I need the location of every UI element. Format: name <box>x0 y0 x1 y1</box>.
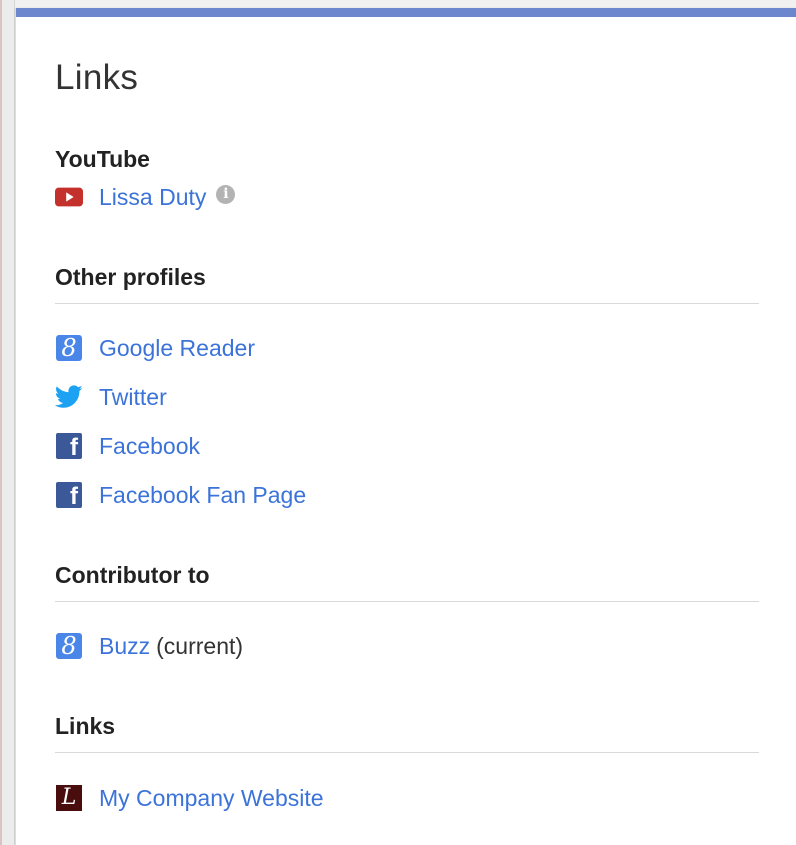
facebook-icon: f <box>55 481 83 510</box>
youtube-channel-link[interactable]: Lissa Duty <box>99 184 206 211</box>
google-icon: 8 <box>55 632 83 660</box>
facebook-icon-glyph: f <box>56 482 82 510</box>
card-title: Links <box>55 58 139 97</box>
facebook-icon: f <box>55 432 83 461</box>
section-heading-links: Links <box>55 713 116 739</box>
window-top-strip <box>0 0 796 8</box>
google-icon: 8 <box>55 334 83 362</box>
company-favicon-glyph: L <box>56 785 82 811</box>
profile-row-google-reader: 8 Google Reader <box>55 333 255 363</box>
contributor-status: (current) <box>156 632 244 659</box>
links-card <box>16 8 796 845</box>
profile-link-google-reader[interactable]: Google Reader <box>99 335 255 362</box>
link-row-company-website: L My Company Website <box>55 783 324 813</box>
youtube-icon <box>55 183 83 211</box>
card-accent-bar <box>16 8 796 17</box>
left-frame-edge <box>0 0 15 845</box>
section-heading-youtube: YouTube <box>55 146 150 172</box>
profile-link-facebook[interactable]: Facebook <box>99 433 200 460</box>
section-heading-contributor-to: Contributor to <box>55 562 210 588</box>
section-heading-other-profiles: Other profiles <box>55 264 206 290</box>
section-divider <box>55 601 759 602</box>
google-icon-glyph: 8 <box>56 335 82 361</box>
profile-row-twitter: Twitter <box>55 382 167 412</box>
contributor-link-buzz[interactable]: Buzz <box>99 633 150 660</box>
info-icon[interactable]: i <box>216 184 236 204</box>
company-favicon-icon: L <box>55 784 83 812</box>
profile-row-facebook-fan-page: f Facebook Fan Page <box>55 480 306 510</box>
facebook-icon-glyph: f <box>56 433 82 461</box>
profile-link-facebook-fan-page[interactable]: Facebook Fan Page <box>99 482 306 509</box>
contributor-row-buzz: 8 Buzz (current) <box>55 631 243 661</box>
link-company-website[interactable]: My Company Website <box>99 785 324 812</box>
section-divider <box>55 303 759 304</box>
youtube-channel-row: Lissa Duty i <box>55 182 236 212</box>
twitter-icon <box>55 383 83 411</box>
section-divider <box>55 752 759 753</box>
profile-link-twitter[interactable]: Twitter <box>99 384 167 411</box>
profile-row-facebook: f Facebook <box>55 431 200 461</box>
google-icon-glyph: 8 <box>56 633 82 659</box>
